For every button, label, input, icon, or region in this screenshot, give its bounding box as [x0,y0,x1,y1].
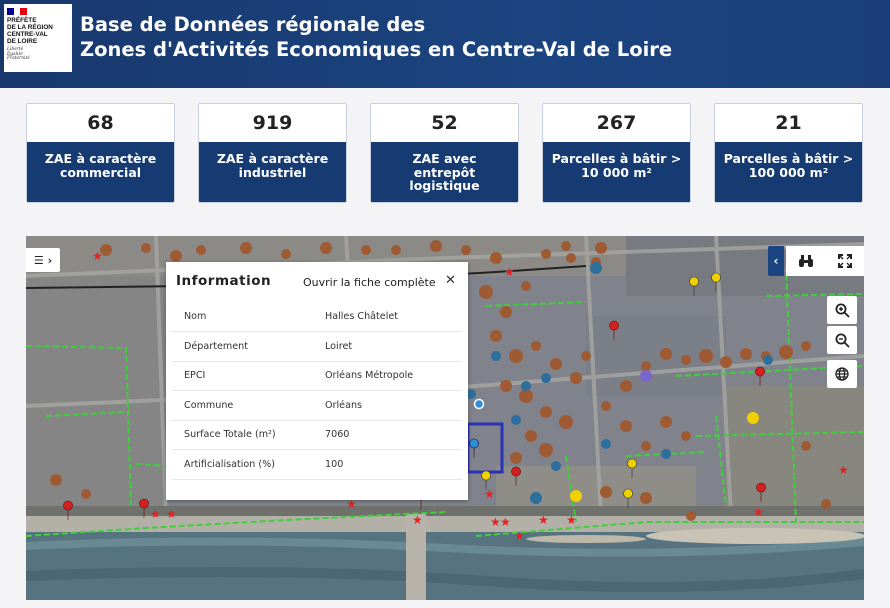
svg-text:★: ★ [566,513,577,527]
attribute-value: Orléans Métropole [313,361,462,391]
svg-text:★: ★ [514,529,525,543]
table-row: Commune Orléans [172,390,462,421]
stat-value: 919 [252,112,293,134]
stat-value: 52 [431,112,458,134]
stat-label: ZAE avec entrepôt logistique [371,142,518,202]
svg-text:★: ★ [92,249,103,263]
logo-line: PRÉFÈTE [7,17,37,24]
stat-label: ZAE à caractère industriel [199,142,346,202]
svg-text:★: ★ [538,513,549,527]
layer-list-toggle-button[interactable]: ☰ › [26,248,60,272]
table-row: Nom Halles Châtelet [172,302,462,332]
stat-label-line: Parcelles à bâtir > [551,151,682,166]
stat-label-line: ZAE à caractère [216,151,329,166]
table-row: Surface Totale (m²) 7060 [172,420,462,450]
attribute-key: Commune [172,390,313,421]
svg-text:★: ★ [150,507,161,521]
stat-value: 267 [596,112,637,134]
page-title: Base de Données régionale des Zones d'Ac… [80,12,672,62]
close-icon[interactable]: ✕ [445,273,456,288]
prefecture-logo: PRÉFÈTE DE LA RÉGION CENTRE-VAL DE LOIRE… [4,4,72,72]
stat-card-commercial[interactable]: 68 ZAE à caractère commercial [26,103,175,203]
stat-label-line: commercial [59,164,142,180]
feature-info-popup: Information Ouvrir la fiche complète ✕ N… [166,262,468,500]
stat-label-line: 100 000 m² [748,164,829,180]
attribute-key: Surface Totale (m²) [172,420,313,450]
stat-label-line: 10 000 m² [581,164,652,180]
stat-value: 68 [87,112,114,134]
binoculars-icon[interactable] [796,251,816,271]
attribute-value: Halles Châtelet [313,302,462,332]
svg-text:★: ★ [484,487,495,501]
logo-motto: Liberté Égalité Fraternité [7,47,69,62]
stat-cards: 68 ZAE à caractère commercial 919 ZAE à … [0,103,890,203]
svg-text:★: ★ [412,513,423,527]
attribute-key: Département [172,331,313,362]
open-full-record-link[interactable]: Ouvrir la fiche complète [303,276,436,289]
svg-text:★: ★ [166,507,177,521]
attribute-value: 7060 [313,420,462,450]
stat-label-line: ZAE à caractère [44,151,157,166]
attribute-key: Artificialisation (%) [172,449,313,480]
logo-line: DE LA RÉGION [7,24,53,31]
popup-title: Information [176,273,272,289]
site-header: PRÉFÈTE DE LA RÉGION CENTRE-VAL DE LOIRE… [0,0,890,88]
table-row: EPCI Orléans Métropole [172,361,462,391]
zoom-in-button[interactable] [827,296,857,324]
page-title-line2: Zones d'Activités Economiques en Centre-… [80,38,673,61]
table-row: Département Loiret [172,331,462,362]
stat-label-line: ZAE avec [412,151,477,166]
attribute-value: 100 [313,449,462,480]
logo-line: DE LOIRE [7,38,38,45]
stat-value: 21 [775,112,802,134]
svg-text:★: ★ [500,515,511,529]
stat-card-industriel[interactable]: 919 ZAE à caractère industriel [198,103,347,203]
basemap-button[interactable] [827,360,857,388]
page-title-line1: Base de Données régionale des [80,13,426,36]
map-toolbar [786,246,864,276]
attribute-key: EPCI [172,361,313,391]
attribute-value: Loiret [313,331,462,362]
zoom-out-icon [835,333,850,348]
stat-label-line: entrepôt [413,164,476,180]
attribute-value: Orléans [313,390,462,421]
table-row: Artificialisation (%) 100 [172,449,462,480]
stat-card-parcelles-10000[interactable]: 267 Parcelles à bâtir > 10 000 m² [542,103,691,203]
stat-label: Parcelles à bâtir > 100 000 m² [715,142,862,202]
svg-text:★: ★ [838,463,849,477]
map-view[interactable]: ★ ★ ★ ★ ★ ★ ★ ★ ★ ★ ★ ★ ★ ★ ☰ › ‹ Information Ouv… [26,236,864,600]
stat-card-logistique[interactable]: 52 ZAE avec entrepôt logistique [370,103,519,203]
stat-label-line: industriel [238,164,307,180]
stat-label: Parcelles à bâtir > 10 000 m² [543,142,690,202]
svg-text:★: ★ [504,265,515,279]
globe-icon [835,367,849,381]
stat-label: ZAE à caractère commercial [27,142,174,202]
attribute-key: Nom [172,302,313,332]
svg-text:★: ★ [753,505,764,519]
zoom-out-button[interactable] [827,326,857,354]
motto-fraternite: Fraternité [7,56,30,62]
fullscreen-icon[interactable] [835,251,855,271]
stat-label-line: Parcelles à bâtir > [723,151,854,166]
attribute-table: Nom Halles Châtelet Département Loiret EPC… [172,302,462,480]
logo-line: CENTRE-VAL [7,31,48,38]
french-flag-icon [7,8,28,15]
stat-card-parcelles-100000[interactable]: 21 Parcelles à bâtir > 100 000 m² [714,103,863,203]
zoom-in-icon [835,303,850,318]
collapse-toolbar-button[interactable]: ‹ [768,246,784,276]
stat-label-line: logistique [409,178,480,193]
